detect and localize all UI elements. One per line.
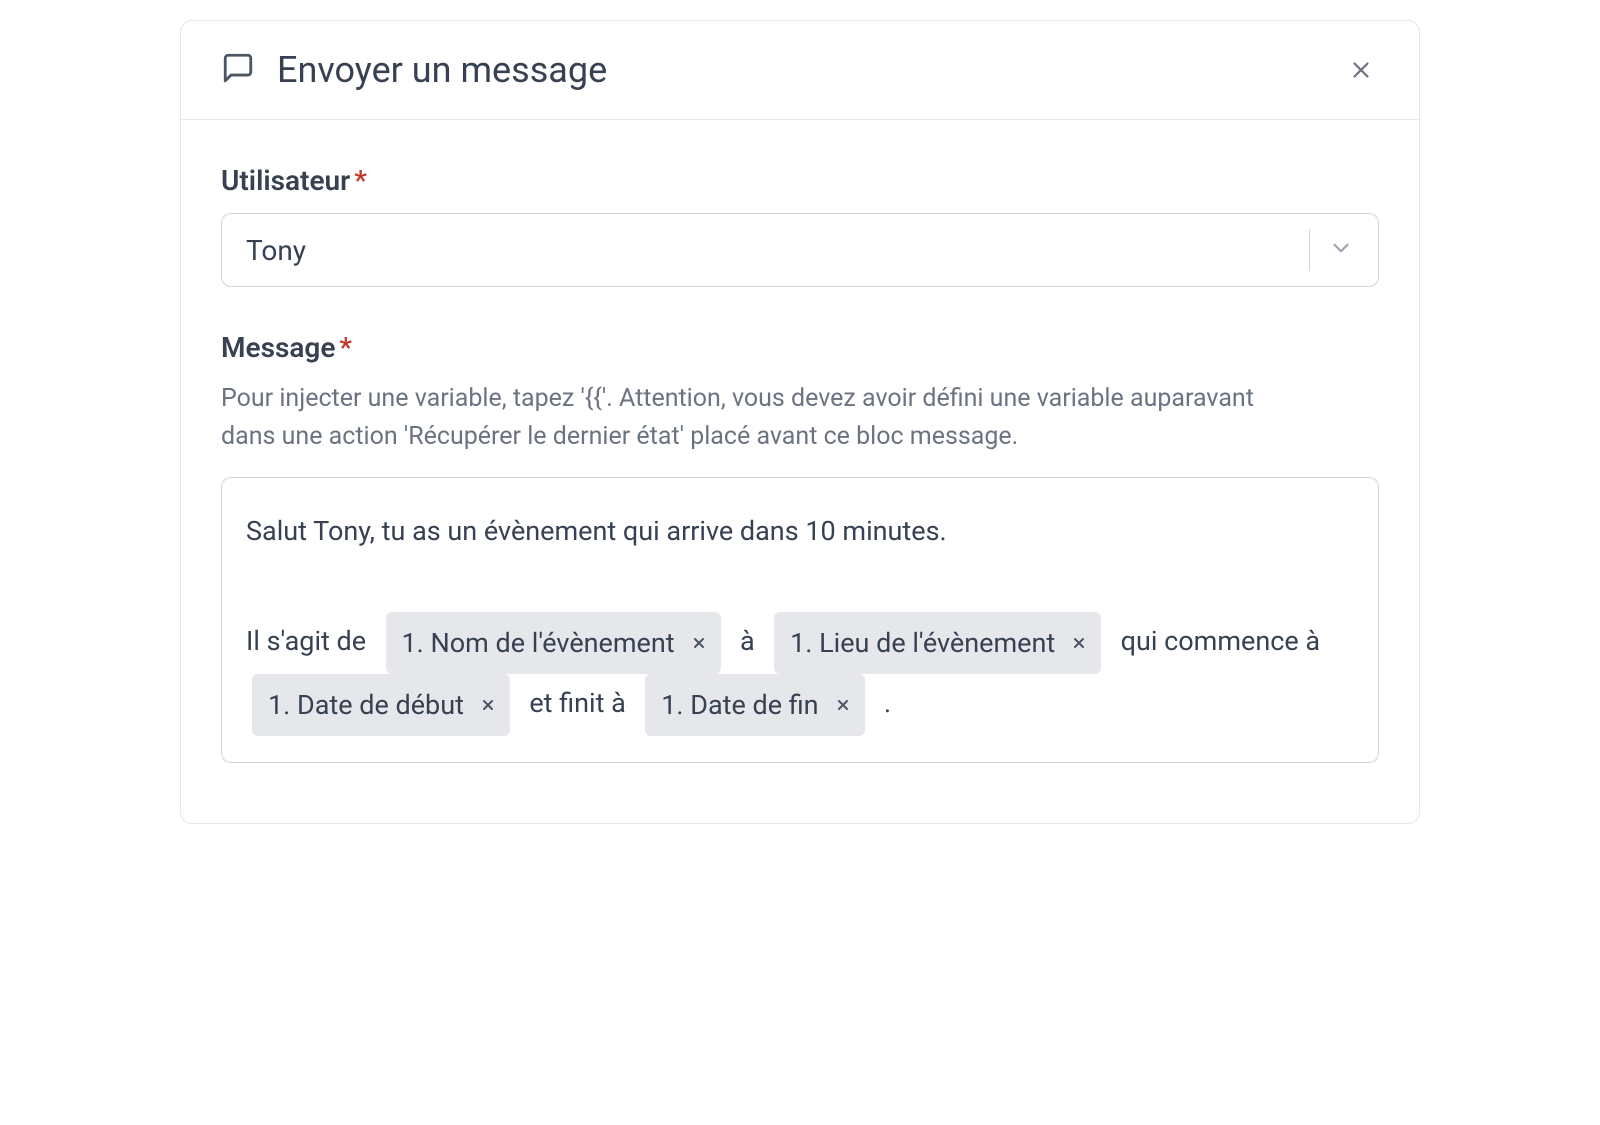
- user-select-value: Tony: [246, 234, 1309, 267]
- required-mark: *: [354, 164, 367, 197]
- message-input[interactable]: Salut Tony, tu as un évènement qui arriv…: [221, 477, 1379, 763]
- select-indicator: [1309, 229, 1354, 271]
- close-button[interactable]: [1343, 52, 1379, 88]
- user-label: Utilisateur*: [221, 164, 1379, 197]
- user-select[interactable]: Tony: [221, 213, 1379, 287]
- chevron-down-icon: [1328, 235, 1354, 265]
- message-text-seg5: .: [877, 687, 891, 719]
- required-mark: *: [339, 331, 352, 364]
- chip-remove-icon[interactable]: [691, 635, 707, 651]
- panel-title-wrap: Envoyer un message: [221, 49, 607, 91]
- select-separator: [1309, 229, 1310, 271]
- message-text-seg2: à: [733, 625, 761, 657]
- message-label: Message*: [221, 331, 1379, 364]
- chip-label: 1. Date de début: [268, 678, 464, 732]
- variable-chip-end-date[interactable]: 1. Date de fin: [645, 674, 864, 736]
- message-label-text: Message: [221, 331, 335, 364]
- panel-title: Envoyer un message: [277, 49, 607, 91]
- message-text-line1: Salut Tony, tu as un évènement qui arriv…: [246, 515, 947, 547]
- message-text-seg4: et finit à: [523, 687, 633, 719]
- message-text-seg1: Il s'agit de: [246, 625, 373, 657]
- send-message-panel: Envoyer un message Utilisateur* Tony Mes…: [180, 20, 1420, 824]
- chip-remove-icon[interactable]: [480, 697, 496, 713]
- message-help-text: Pour injecter une variable, tapez '{{'. …: [221, 380, 1301, 455]
- variable-chip-event-location[interactable]: 1. Lieu de l'évènement: [774, 612, 1101, 674]
- variable-chip-start-date[interactable]: 1. Date de début: [252, 674, 510, 736]
- chip-label: 1. Date de fin: [661, 678, 818, 732]
- chip-label: 1. Nom de l'évènement: [402, 616, 675, 670]
- message-icon: [221, 51, 255, 89]
- chip-remove-icon[interactable]: [1071, 635, 1087, 651]
- chip-remove-icon[interactable]: [835, 697, 851, 713]
- panel-header: Envoyer un message: [181, 21, 1419, 120]
- chip-label: 1. Lieu de l'évènement: [790, 616, 1055, 670]
- message-text-seg3: qui commence à: [1114, 625, 1327, 657]
- panel-body: Utilisateur* Tony Message* Pour injecter…: [181, 120, 1419, 823]
- variable-chip-event-name[interactable]: 1. Nom de l'évènement: [386, 612, 721, 674]
- user-label-text: Utilisateur: [221, 164, 350, 197]
